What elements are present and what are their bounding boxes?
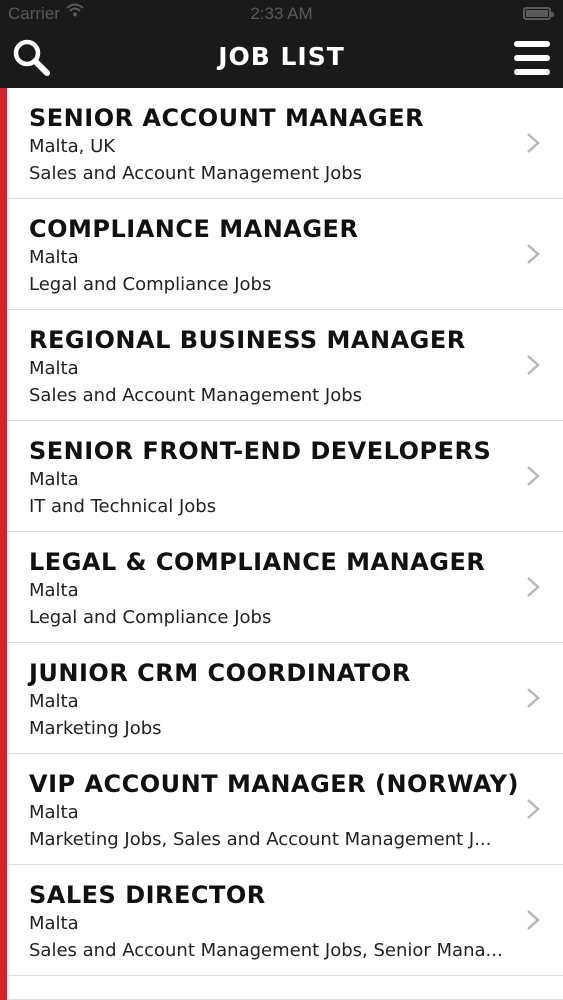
job-title: SENIOR ACCOUNT MANAGER <box>29 104 425 132</box>
job-category: Sales and Account Management Jobs <box>29 163 363 184</box>
job-location: Malta, UK <box>29 136 116 157</box>
job-list-item[interactable]: COMPLIANCE MANAGER Malta Legal and Compl… <box>0 199 563 310</box>
chevron-right-icon <box>527 577 540 597</box>
job-location: Malta <box>29 469 79 490</box>
chevron-right-icon <box>527 910 540 930</box>
job-list-item[interactable]: SENIOR FRONT-END DEVELOPERS Malta IT and… <box>0 421 563 532</box>
job-list-item[interactable] <box>0 976 563 1000</box>
job-location: Malta <box>29 247 79 268</box>
page-title: JOB LIST <box>218 42 345 71</box>
chevron-right-icon <box>527 688 540 708</box>
job-location: Malta <box>29 913 79 934</box>
chevron-right-icon <box>527 244 540 264</box>
accent-bar <box>0 976 7 1000</box>
job-list-item[interactable]: VIP ACCOUNT MANAGER (NORWAY) Malta Marke… <box>0 754 563 865</box>
job-list-item[interactable]: SENIOR ACCOUNT MANAGER Malta, UK Sales a… <box>0 88 563 199</box>
job-category: Legal and Compliance Jobs <box>29 607 272 628</box>
job-list: SENIOR ACCOUNT MANAGER Malta, UK Sales a… <box>0 88 563 1000</box>
accent-bar <box>0 310 7 421</box>
status-bar: Carrier 2:33 AM <box>0 0 563 28</box>
job-title: JUNIOR CRM COORDINATOR <box>29 659 411 687</box>
accent-bar <box>0 88 7 199</box>
job-title: SENIOR FRONT-END DEVELOPERS <box>29 437 492 465</box>
job-title: SALES DIRECTOR <box>29 881 266 909</box>
job-title: VIP ACCOUNT MANAGER (NORWAY) <box>29 770 519 798</box>
status-time: 2:33 AM <box>250 4 313 23</box>
chevron-right-icon <box>527 466 540 486</box>
job-title: REGIONAL BUSINESS MANAGER <box>29 326 466 354</box>
job-location: Malta <box>29 691 79 712</box>
chevron-right-icon <box>527 355 540 375</box>
accent-bar <box>0 199 7 310</box>
accent-bar <box>0 865 7 976</box>
battery-icon <box>523 7 554 20</box>
job-category: Sales and Account Management Jobs, Senio… <box>29 940 503 961</box>
job-category: Marketing Jobs <box>29 718 162 739</box>
hamburger-menu-icon[interactable] <box>511 38 553 78</box>
job-list-item[interactable]: JUNIOR CRM COORDINATOR Malta Marketing J… <box>0 643 563 754</box>
job-title: LEGAL & COMPLIANCE MANAGER <box>29 548 486 576</box>
job-location: Malta <box>29 358 79 379</box>
job-category: IT and Technical Jobs <box>29 496 217 517</box>
job-category: Marketing Jobs, Sales and Account Manage… <box>29 829 492 850</box>
accent-bar <box>0 754 7 865</box>
chevron-right-icon <box>527 799 540 819</box>
nav-bar: JOB LIST <box>0 28 563 88</box>
job-location: Malta <box>29 802 79 823</box>
job-category: Sales and Account Management Jobs <box>29 385 363 406</box>
job-list-item[interactable]: REGIONAL BUSINESS MANAGER Malta Sales an… <box>0 310 563 421</box>
accent-bar <box>0 421 7 532</box>
job-title: COMPLIANCE MANAGER <box>29 215 359 243</box>
job-list-item[interactable]: SALES DIRECTOR Malta Sales and Account M… <box>0 865 563 976</box>
chevron-right-icon <box>527 133 540 153</box>
accent-bar <box>0 643 7 754</box>
job-location: Malta <box>29 580 79 601</box>
job-list-item[interactable]: LEGAL & COMPLIANCE MANAGER Malta Legal a… <box>0 532 563 643</box>
job-category: Legal and Compliance Jobs <box>29 274 272 295</box>
accent-bar <box>0 532 7 643</box>
